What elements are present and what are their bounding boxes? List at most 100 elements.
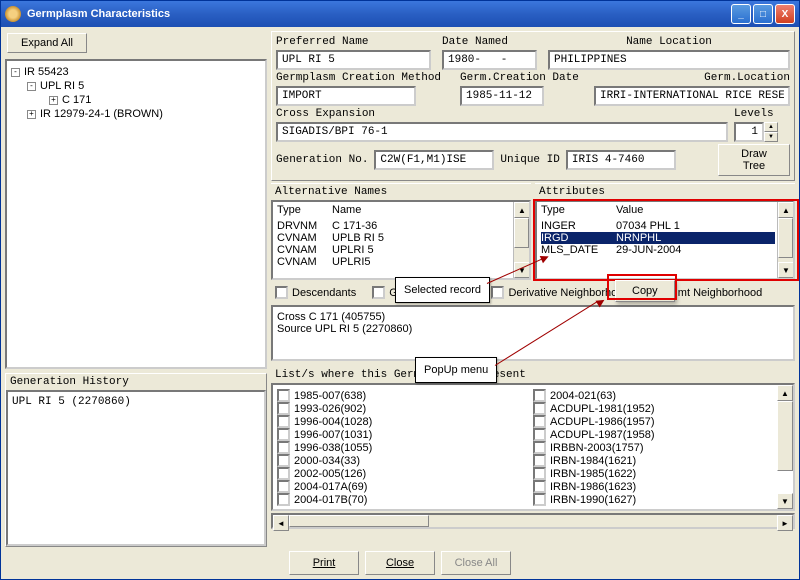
list-check-item[interactable]: IRBN-1984(1621) [533, 454, 789, 467]
gcd-field[interactable] [460, 86, 544, 106]
list-check-item[interactable]: 2002-005(126) [277, 467, 533, 480]
tree-item[interactable]: + C 171 [11, 93, 261, 107]
gloc-field[interactable] [594, 86, 790, 106]
tree-toggle-icon[interactable]: - [27, 82, 36, 91]
close-window-button[interactable]: X [775, 4, 795, 24]
list-row[interactable]: CVNAMUPLRI5 [277, 256, 511, 268]
close-button[interactable]: Close [365, 551, 435, 575]
tree-toggle-icon[interactable]: - [11, 68, 20, 77]
pref-name-field[interactable] [276, 50, 431, 70]
scroll-down-icon[interactable]: ▼ [777, 493, 793, 509]
checkbox-icon[interactable] [277, 415, 290, 428]
list-check-item[interactable]: 2004-017A(69) [277, 480, 533, 493]
expand-all-button[interactable]: Expand All [7, 33, 87, 53]
checkbox-icon[interactable] [533, 402, 546, 415]
list-check-item[interactable]: 2004-021(63) [533, 389, 789, 402]
scrollbar[interactable]: ▲ ▼ [777, 385, 793, 509]
checkbox-icon[interactable] [277, 493, 290, 506]
cross-exp-field[interactable] [276, 122, 728, 142]
list-check-item[interactable]: 2000-034(33) [277, 454, 533, 467]
checkbox-icon[interactable] [277, 467, 290, 480]
tree-toggle-icon[interactable]: + [27, 110, 36, 119]
checkbox-icon[interactable] [533, 493, 546, 506]
scroll-thumb[interactable] [777, 401, 793, 471]
context-menu[interactable]: Copy [615, 280, 675, 302]
minimize-button[interactable]: _ [731, 4, 751, 24]
copy-menu-item[interactable]: Copy [632, 285, 658, 297]
checkbox-icon[interactable] [277, 402, 290, 415]
list-check-item[interactable]: 1996-038(1055) [277, 441, 533, 454]
draw-tree-button[interactable]: Draw Tree [718, 144, 790, 176]
name-location-field[interactable] [548, 50, 790, 70]
list-row[interactable]: DRVNMC 171-36 [277, 220, 511, 232]
list-check-item[interactable]: IRBN-1985(1622) [533, 467, 789, 480]
scroll-thumb[interactable] [778, 218, 793, 258]
close-all-button[interactable]: Close All [441, 551, 511, 575]
list-check-item[interactable]: 2004-017B(70) [277, 493, 533, 506]
list-row[interactable]: CVNAMUPLB RI 5 [277, 232, 511, 244]
list-row[interactable]: CVNAMUPLRI 5 [277, 244, 511, 256]
scroll-up-icon[interactable]: ▲ [514, 202, 530, 218]
checkbox-icon[interactable] [533, 415, 546, 428]
checkbox-icon[interactable] [277, 441, 290, 454]
levels-field[interactable] [734, 122, 764, 142]
list-check-item[interactable]: IRBN-1990(1627) [533, 493, 789, 506]
scroll-left-icon[interactable]: ◄ [273, 515, 289, 531]
scrollbar[interactable]: ▲ ▼ [777, 202, 793, 278]
tree-item[interactable]: + IR 12979-24-1 (BROWN) [11, 107, 261, 121]
tree-toggle-icon[interactable]: + [49, 96, 58, 105]
scroll-right-icon[interactable]: ► [777, 515, 793, 531]
spinner-up-icon[interactable]: ▲ [764, 122, 778, 132]
list-check-item[interactable]: ACDUPL-1987(1958) [533, 428, 789, 441]
checkbox-icon[interactable] [277, 480, 290, 493]
list-check-item[interactable]: IRBBN-2003(1757) [533, 441, 789, 454]
print-button[interactable]: Print [289, 551, 359, 575]
list-check-item[interactable]: 1985-007(638) [277, 389, 533, 402]
tree-item[interactable]: - UPL RI 5 [11, 79, 261, 93]
list-check-item[interactable]: IRBN-1986(1623) [533, 480, 789, 493]
checkbox-icon[interactable] [277, 428, 290, 441]
scroll-up-icon[interactable]: ▲ [778, 202, 794, 218]
titlebar[interactable]: Germplasm Characteristics _ □ X [1, 1, 799, 27]
checkbox-icon[interactable] [277, 454, 290, 467]
scroll-up-icon[interactable]: ▲ [777, 385, 793, 401]
list-check-item[interactable]: ACDUPL-1986(1957) [533, 415, 789, 428]
checkbox-icon[interactable] [533, 480, 546, 493]
list-row[interactable]: MLS_DATE29-JUN-2004 [541, 244, 775, 256]
scroll-down-icon[interactable]: ▼ [778, 262, 794, 278]
list-check-item[interactable]: 1996-007(1031) [277, 428, 533, 441]
checkbox-icon[interactable] [533, 454, 546, 467]
list-check-item[interactable]: 1993-026(902) [277, 402, 533, 415]
checkbox-icon[interactable] [533, 389, 546, 402]
alt-names-listbox[interactable]: TypeName DRVNMC 171-36 CVNAMUPLB RI 5 CV… [271, 200, 531, 280]
list-check-item[interactable]: 1996-004(1028) [277, 415, 533, 428]
tree-view[interactable]: - IR 55423 - UPL RI 5 + C 171 + IR 12979… [5, 59, 267, 369]
cross-source-box[interactable]: Cross C 171 (405755) Source UPL RI 5 (22… [271, 305, 795, 361]
gen-no-field[interactable] [374, 150, 494, 170]
checkbox-icon[interactable] [533, 441, 546, 454]
checkbox-icon[interactable] [277, 389, 290, 402]
list-row[interactable]: INGER07034 PHL 1 [541, 220, 775, 232]
levels-spinner[interactable]: ▲ ▼ [734, 122, 790, 142]
list-check-item[interactable]: ACDUPL-1981(1952) [533, 402, 789, 415]
lists-body[interactable]: 1985-007(638)1993-026(902)1996-004(1028)… [271, 383, 795, 511]
scroll-thumb[interactable] [289, 515, 429, 527]
checkbox-icon[interactable] [491, 286, 504, 299]
list-row-selected[interactable]: IRGDNRNPHL [541, 232, 775, 244]
tree-root[interactable]: - IR 55423 [11, 65, 261, 79]
date-named-field[interactable] [442, 50, 537, 70]
attributes-listbox[interactable]: TypeValue INGER07034 PHL 1 IRGDNRNPHL ML… [535, 200, 795, 280]
checkbox-icon[interactable] [533, 467, 546, 480]
checkbox-icon[interactable] [275, 286, 288, 299]
gcm-field[interactable] [276, 86, 416, 106]
descendants-check[interactable]: Descendants [275, 286, 356, 299]
scroll-thumb[interactable] [514, 218, 529, 248]
generation-history-body[interactable]: UPL RI 5 (2270860) [6, 390, 266, 546]
derivative-check[interactable]: Derivative Neighborhood [491, 286, 629, 299]
uid-field[interactable] [566, 150, 676, 170]
maximize-button[interactable]: □ [753, 4, 773, 24]
checkbox-icon[interactable] [372, 286, 385, 299]
horizontal-scrollbar[interactable]: ◄ ► [271, 513, 795, 529]
checkbox-icon[interactable] [533, 428, 546, 441]
spinner-down-icon[interactable]: ▼ [764, 132, 778, 142]
